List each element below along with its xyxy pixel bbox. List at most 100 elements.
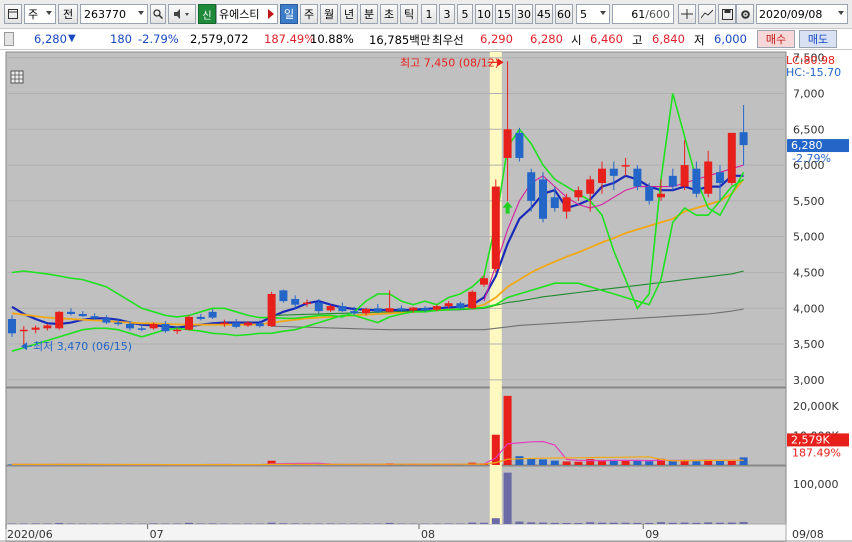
interval-3[interactable]: 3: [439, 4, 455, 24]
window-layout-icon: [8, 9, 18, 19]
candle-body: [716, 172, 724, 183]
volume-bar: [515, 456, 524, 465]
chart-menu-icon: [10, 70, 24, 84]
price-tick-label: 5,000: [793, 231, 825, 244]
save-button[interactable]: [718, 4, 736, 24]
layout-icon[interactable]: [4, 4, 22, 24]
candle-body: [43, 325, 52, 329]
interval-10[interactable]: 10: [475, 4, 493, 24]
interval-45[interactable]: 45: [535, 4, 553, 24]
volume-bar: [633, 460, 642, 465]
candle-body: [31, 327, 40, 330]
volume-bar: [645, 461, 654, 465]
crosshair-tool-button[interactable]: [678, 4, 696, 24]
candle-body: [208, 311, 217, 318]
sub-indicator-bar: [444, 523, 453, 524]
period-second[interactable]: 초: [380, 4, 398, 24]
sub-indicator-bar: [208, 523, 217, 524]
candle-body: [220, 322, 229, 325]
sound-button[interactable]: [168, 4, 196, 24]
settings-button[interactable]: [736, 4, 754, 24]
period-day[interactable]: 일: [280, 4, 298, 24]
sub-indicator-bar: [279, 523, 288, 524]
last-pct-tag: -2.79%: [792, 152, 831, 165]
x-tick-label: 07: [150, 528, 164, 541]
sell-button[interactable]: 매도: [799, 30, 837, 48]
period-month[interactable]: 월: [320, 4, 338, 24]
candle-body: [126, 324, 134, 329]
candle-body: [255, 323, 264, 327]
buy-button[interactable]: 매수: [757, 30, 795, 48]
sub-indicator-bar: [586, 522, 595, 524]
best-bid: 6,280: [530, 32, 563, 46]
custom-interval-select[interactable]: 5: [576, 4, 610, 24]
period-minute[interactable]: 분: [360, 4, 378, 24]
candle-body: [185, 316, 193, 330]
interval-1[interactable]: 1: [421, 4, 437, 24]
x-tick-label: 2020/06: [7, 528, 53, 541]
stock-name-field[interactable]: 유에스티: [216, 4, 278, 24]
volume-bar: [527, 458, 536, 465]
volume: 2,579,072: [190, 32, 249, 46]
volume-bar: [491, 434, 500, 465]
sub-indicator-bar: [149, 523, 158, 524]
candle-body: [491, 186, 500, 269]
draw-line-button[interactable]: [698, 4, 716, 24]
period-year[interactable]: 년: [340, 4, 358, 24]
quote-handle-icon: [4, 32, 14, 46]
candle-body: [609, 168, 618, 176]
sub-indicator-bar: [704, 522, 713, 524]
market-select[interactable]: 주: [24, 4, 56, 24]
speaker-icon: [174, 9, 189, 19]
sub-indicator-bar: [739, 522, 748, 524]
price-chart[interactable]: 3,0003,5004,0004,5005,0005,5006,0006,500…: [0, 50, 852, 542]
price-tick-label: 3,500: [793, 338, 825, 351]
interval-60[interactable]: 60: [555, 4, 573, 24]
interval-5[interactable]: 5: [457, 4, 473, 24]
low-label: 저: [694, 33, 705, 47]
sub-indicator-bar: [716, 522, 724, 524]
price-tick-label: 5,500: [793, 195, 825, 208]
price-tick-label: 6,500: [793, 123, 825, 136]
price-tick-label: 3,000: [793, 374, 825, 387]
stock-code-input[interactable]: 263770: [80, 4, 148, 24]
candle-body: [409, 307, 418, 311]
search-button[interactable]: [150, 4, 166, 24]
trade-value: 16,785백만: [369, 33, 431, 47]
candle-body: [468, 291, 477, 309]
bar-count-input[interactable]: 61/600: [612, 4, 674, 24]
volume-bar: [574, 461, 583, 465]
sub-indicator-bar: [185, 522, 193, 524]
candle-body: [137, 328, 146, 330]
x-tick-label: 09: [645, 528, 659, 541]
interval-30[interactable]: 30: [515, 4, 533, 24]
sub-indicator-bar: [480, 522, 488, 524]
volume-tick-label: 20,000K: [793, 400, 839, 413]
hc-label: HC:-15.70: [786, 66, 841, 79]
candle-body: [432, 306, 441, 310]
candle-body: [680, 165, 689, 187]
chevron-down-icon: [838, 11, 844, 15]
current-price: 6,280: [34, 32, 67, 46]
grid-icon-frame: [10, 70, 24, 84]
sub-indicator-bar: [657, 522, 665, 524]
candle-body: [161, 324, 170, 332]
period-week[interactable]: 주: [300, 4, 318, 24]
candle-body: [421, 308, 429, 311]
prev-button[interactable]: 전: [58, 4, 78, 24]
best-bid-label: 최우선: [432, 33, 464, 47]
period-tick[interactable]: 틱: [400, 4, 418, 24]
candle-body: [326, 306, 335, 311]
price-change: 180: [110, 32, 132, 46]
date-picker[interactable]: 2020/09/08: [756, 4, 848, 24]
volume-pct-tag: 187.49%: [792, 446, 841, 459]
sub-indicator-bar: [668, 522, 677, 524]
candle-body: [362, 308, 370, 314]
sub-indicator-bar: [55, 523, 64, 524]
interval-15[interactable]: 15: [495, 4, 513, 24]
down-arrow-icon: ▼: [68, 33, 76, 44]
crosshair-icon: [681, 9, 693, 19]
gear-icon: [740, 9, 750, 19]
sub-indicator-bar: [609, 522, 618, 524]
candle-body: [397, 308, 406, 311]
